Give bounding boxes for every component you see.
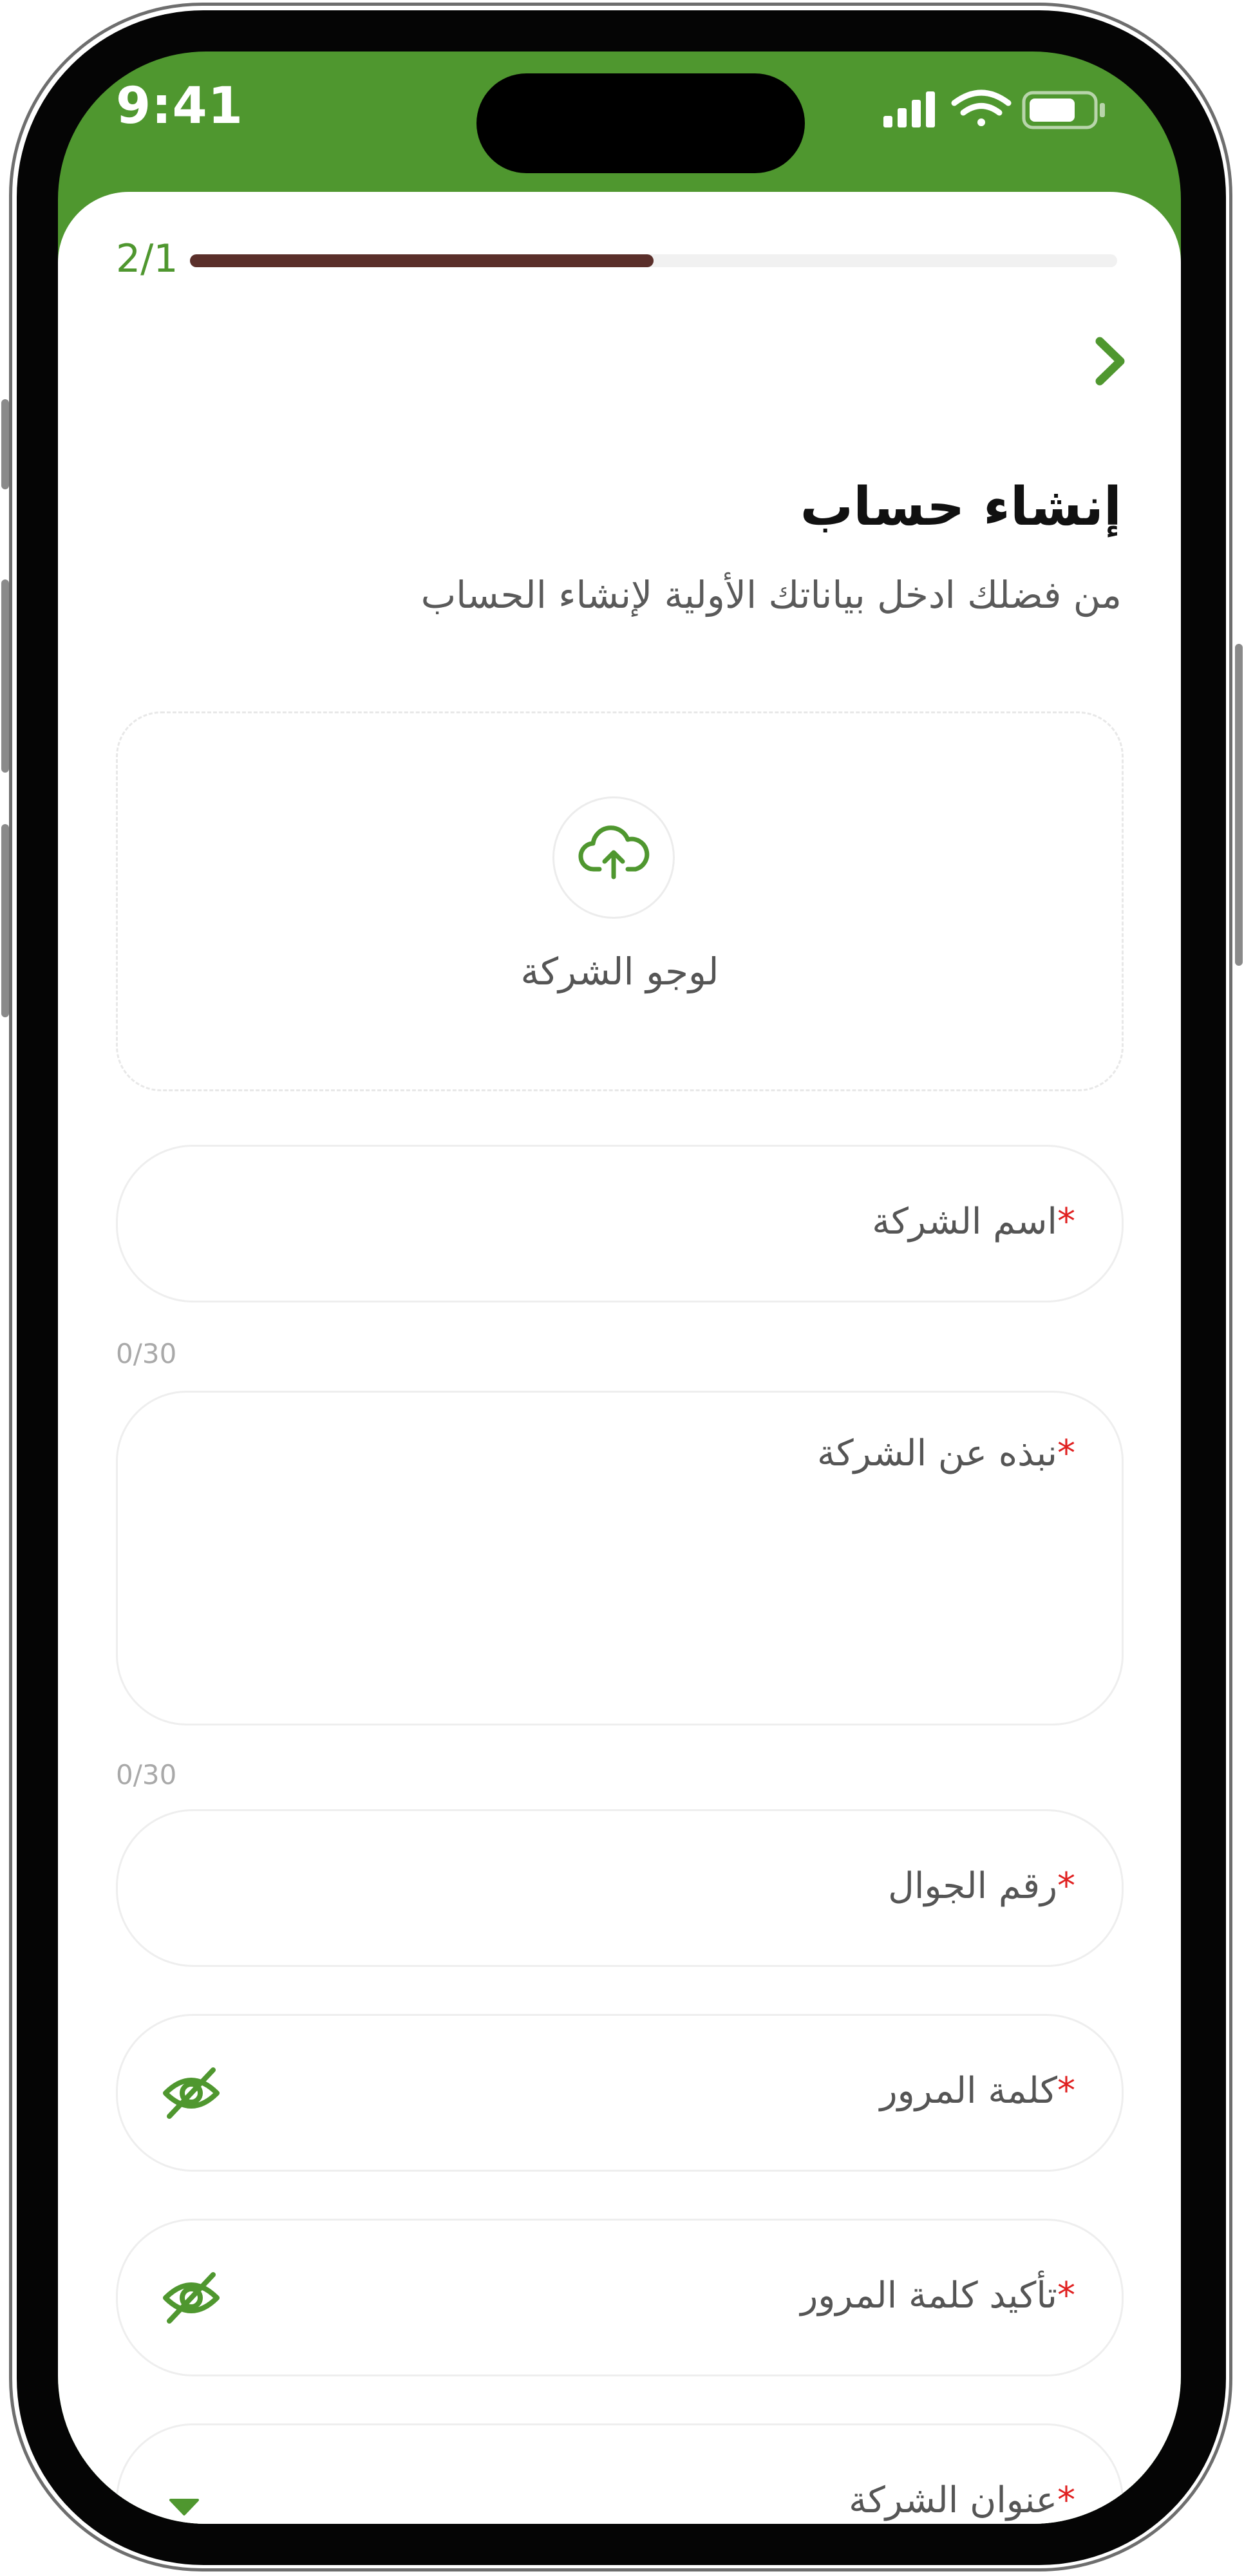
dynamic-island — [476, 73, 805, 173]
company-about-label: *نبذه عن الشركة — [817, 1433, 1075, 1474]
content-card — [58, 192, 1181, 2524]
company-name-field[interactable]: *اسم الشركة — [116, 1145, 1124, 1302]
confirm-password-field[interactable]: *تأكيد كلمة المرور — [116, 2219, 1124, 2376]
battery-icon — [1022, 91, 1105, 129]
wifi-icon — [951, 89, 1012, 126]
cloud-upload-icon — [578, 825, 650, 879]
mobile-field[interactable]: *رقم الجوال — [116, 1809, 1124, 1967]
volume-up-button — [1, 579, 9, 773]
eye-off-icon[interactable] — [160, 2267, 222, 2329]
required-mark: * — [1057, 2070, 1075, 2112]
page-title: إنشاء حساب — [800, 476, 1122, 538]
caret-down-icon[interactable] — [168, 2497, 200, 2517]
upload-icon-circle[interactable] — [552, 796, 675, 919]
required-mark: * — [1057, 1865, 1075, 1907]
company-about-label-text: نبذه عن الشركة — [816, 1433, 1057, 1474]
power-button — [1235, 644, 1243, 966]
mute-switch — [1, 399, 9, 489]
volume-down-button — [1, 824, 9, 1017]
chevron-right-icon[interactable] — [1088, 332, 1133, 390]
required-mark: * — [1057, 1201, 1075, 1243]
confirm-password-label: *تأكيد كلمة المرور — [800, 2275, 1075, 2317]
screen: 9:41 2/1 إنشاء حساب من فضلك ادخل بياناتك… — [58, 52, 1181, 2524]
company-name-label: *اسم الشركة — [872, 1201, 1075, 1243]
password-field[interactable]: *كلمة المرور — [116, 2014, 1124, 2172]
status-time: 9:41 — [116, 77, 244, 135]
password-label-text: كلمة المرور — [880, 2070, 1057, 2112]
company-name-counter: 0/30 — [116, 1338, 177, 1369]
required-mark: * — [1057, 2479, 1075, 2521]
company-name-label-text: اسم الشركة — [872, 1201, 1057, 1243]
company-address-field[interactable]: *عنوان الشركة — [116, 2423, 1124, 2524]
required-mark: * — [1057, 2275, 1075, 2317]
confirm-password-label-text: تأكيد كلمة المرور — [800, 2275, 1057, 2317]
cellular-signal-icon — [883, 91, 935, 127]
page-subtitle: من فضلك ادخل بياناتك الأولية لإنشاء الحس… — [420, 573, 1122, 617]
company-about-counter: 0/30 — [116, 1759, 177, 1791]
password-label: *كلمة المرور — [880, 2070, 1075, 2112]
company-address-label: *عنوان الشركة — [849, 2479, 1075, 2521]
required-mark: * — [1057, 1433, 1075, 1474]
step-indicator: 2/1 — [116, 236, 178, 281]
logo-upload-label: لوجو الشركة — [520, 950, 719, 993]
company-address-label-text: عنوان الشركة — [849, 2479, 1057, 2521]
mobile-label-text: رقم الجوال — [888, 1865, 1057, 1907]
progress-fill — [190, 254, 654, 267]
company-about-field[interactable]: *نبذه عن الشركة — [116, 1391, 1124, 1725]
eye-off-icon[interactable] — [160, 2062, 222, 2124]
status-icons — [883, 89, 1105, 129]
mobile-label: *رقم الجوال — [888, 1865, 1075, 1907]
